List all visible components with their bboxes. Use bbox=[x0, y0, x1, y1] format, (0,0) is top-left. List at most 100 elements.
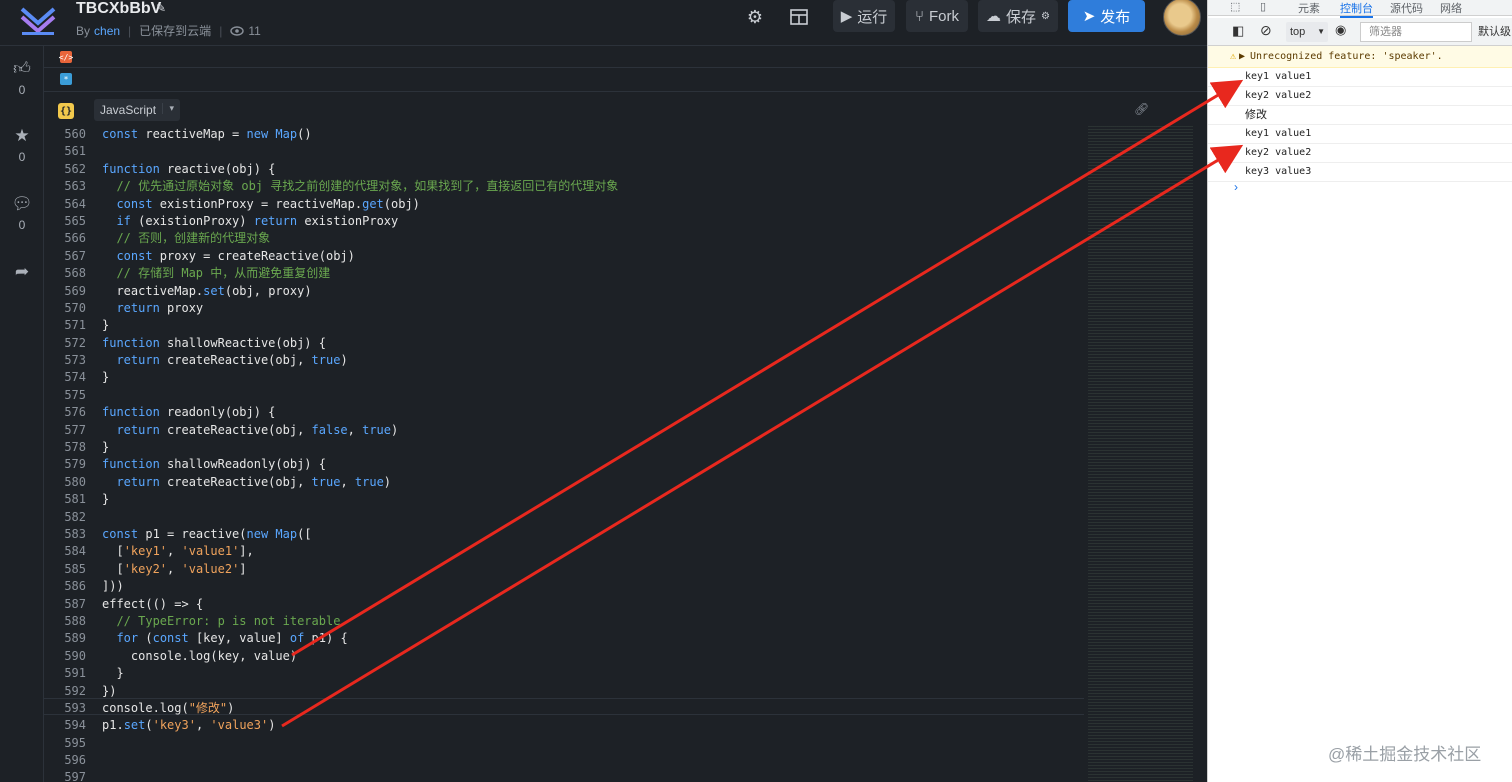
log-levels-dropdown[interactable]: 默认级 bbox=[1478, 22, 1511, 42]
tab-network[interactable]: 网络 bbox=[1440, 0, 1462, 16]
code-line[interactable]: const reactiveMap = new Map() bbox=[102, 126, 618, 143]
run-label: 运行 bbox=[857, 8, 888, 26]
console-prompt-chevron-icon[interactable]: › bbox=[1234, 180, 1238, 194]
code-line[interactable]: return createReactive(obj, true) bbox=[102, 352, 618, 369]
code-editor[interactable]: 560 561 562 563 564 565 566 567 568 569 570 571 572 5… bbox=[44, 126, 1207, 782]
line-number: 593 bbox=[64, 700, 86, 715]
code-line[interactable]: } bbox=[102, 369, 618, 386]
context-select[interactable]: top ▼ bbox=[1286, 22, 1328, 42]
publish-label: 发布 bbox=[1100, 8, 1131, 26]
code-line[interactable]: } bbox=[102, 491, 618, 508]
settings-gear-icon[interactable]: ⚙ bbox=[743, 6, 767, 28]
code-line[interactable]: console.log(key, value) bbox=[102, 648, 618, 665]
code-line[interactable]: function shallowReadonly(obj) { bbox=[102, 456, 618, 473]
code-line[interactable]: ['key2', 'value2'] bbox=[102, 561, 618, 578]
html-panel-header[interactable]: </> bbox=[44, 46, 1207, 68]
language-value: JavaScript bbox=[100, 103, 157, 117]
line-number-gutter: 560 561 562 563 564 565 566 567 568 569 570 571 572 5… bbox=[44, 126, 86, 782]
warning-icon: ⚠ bbox=[1230, 51, 1237, 62]
project-title[interactable]: TBCXbBbV bbox=[76, 0, 161, 18]
star-icon: ★ bbox=[14, 126, 30, 145]
clear-console-icon[interactable]: ⊘ bbox=[1260, 22, 1272, 39]
like-button[interactable]: 👍︎ 0 bbox=[0, 58, 44, 97]
code-line[interactable] bbox=[102, 509, 618, 526]
view-count: 11 bbox=[230, 24, 261, 38]
console-filter-input[interactable]: 筛选器 bbox=[1360, 22, 1472, 42]
juejin-logo-icon[interactable] bbox=[18, 5, 58, 35]
tab-console[interactable]: 控制台 bbox=[1340, 0, 1373, 18]
code-line[interactable]: // 存储到 Map 中，从而避免重复创建 bbox=[102, 265, 618, 282]
code-minimap[interactable] bbox=[1088, 126, 1193, 782]
line-number: 591 bbox=[64, 666, 86, 681]
code-line[interactable]: const p1 = reactive(new Map([ bbox=[102, 526, 618, 543]
js-tag-icon: {} bbox=[58, 103, 74, 119]
language-select[interactable]: JavaScript ▾ bbox=[94, 99, 180, 121]
line-number: 564 bbox=[64, 196, 86, 211]
code-line[interactable]: return createReactive(obj, true, true) bbox=[102, 474, 618, 491]
code-line[interactable]: if (existionProxy) return existionProxy bbox=[102, 213, 618, 230]
code-line[interactable]: // 否则，创建新的代理对象 bbox=[102, 230, 618, 247]
code-line[interactable]: function readonly(obj) { bbox=[102, 404, 618, 421]
publish-button[interactable]: ➤ 发布 bbox=[1068, 0, 1145, 32]
code-line[interactable]: function shallowReactive(obj) { bbox=[102, 335, 618, 352]
code-line[interactable]: return createReactive(obj, false, true) bbox=[102, 422, 618, 439]
code-line[interactable] bbox=[102, 387, 618, 404]
code-line[interactable]: p1.set('key3', 'value3') bbox=[102, 717, 618, 734]
line-number: 575 bbox=[64, 387, 86, 402]
like-count: 0 bbox=[18, 83, 26, 97]
code-line[interactable]: // 优先通过原始对象 obj 寻找之前创建的代理对象，如果找到了，直接返回已有… bbox=[102, 178, 618, 195]
code-line[interactable]: } bbox=[102, 665, 618, 682]
user-avatar[interactable] bbox=[1163, 0, 1201, 36]
line-number: 586 bbox=[64, 579, 86, 594]
code-line[interactable]: reactiveMap.set(obj, proxy) bbox=[102, 283, 618, 300]
line-number: 560 bbox=[64, 127, 86, 141]
edit-title-icon[interactable]: ✎ bbox=[156, 1, 166, 15]
run-button[interactable]: ▶ 运行 bbox=[833, 0, 895, 32]
code-line[interactable] bbox=[102, 735, 618, 752]
css-panel-header[interactable]: * bbox=[44, 68, 1207, 92]
fork-button[interactable]: ⑂ Fork bbox=[906, 0, 968, 32]
code-line[interactable]: ['key1', 'value1'], bbox=[102, 543, 618, 560]
html-tag-icon: </> bbox=[58, 51, 74, 63]
code-line[interactable]: function reactive(obj) { bbox=[102, 161, 618, 178]
code-line[interactable]: const existionProxy = reactiveMap.get(ob… bbox=[102, 196, 618, 213]
comment-button[interactable]: 💬︎ 0 bbox=[0, 194, 44, 232]
code-line[interactable]: for (const [key, value] of p1) { bbox=[102, 630, 618, 647]
console-warning[interactable]: ⚠ ▶ Unrecognized feature: 'speaker'. bbox=[1208, 46, 1512, 68]
line-number: 561 bbox=[64, 144, 86, 159]
sidebar-toggle-icon[interactable]: ◧ bbox=[1232, 23, 1244, 39]
code-line[interactable]: // TypeError: p is not iterable bbox=[102, 613, 618, 630]
code-line[interactable]: const proxy = createReactive(obj) bbox=[102, 248, 618, 265]
save-button[interactable]: ☁ 保存 ⚙ bbox=[978, 0, 1058, 32]
tab-sources[interactable]: 源代码 bbox=[1390, 0, 1423, 16]
line-number: 594 bbox=[64, 718, 86, 733]
console-message: key1 value1 bbox=[1208, 125, 1512, 144]
code-line[interactable]: effect(() => { bbox=[102, 596, 618, 613]
line-number: 574 bbox=[64, 370, 86, 385]
comment-icon: 💬︎ bbox=[11, 194, 33, 213]
device-toggle-icon[interactable]: ▯ bbox=[1260, 0, 1266, 13]
expand-triangle-icon[interactable]: ▶ bbox=[1239, 46, 1245, 68]
code-line[interactable]: } bbox=[102, 317, 618, 334]
inspect-icon[interactable]: ⬚ bbox=[1230, 0, 1240, 13]
share-button[interactable]: ➦ bbox=[0, 262, 44, 282]
code-line[interactable]: return proxy bbox=[102, 300, 618, 317]
console-toolbar: ◧ ⊘ top ▼ ◉ 筛选器 默认级 bbox=[1208, 18, 1512, 46]
code-line[interactable]: ])) bbox=[102, 578, 618, 595]
star-button[interactable]: ★ 0 bbox=[0, 126, 44, 164]
tab-elements[interactable]: 元素 bbox=[1298, 0, 1320, 16]
code-line[interactable]: }) bbox=[102, 683, 618, 700]
line-number: 581 bbox=[64, 492, 86, 507]
code-line[interactable] bbox=[102, 752, 618, 769]
code-line[interactable] bbox=[102, 143, 618, 160]
line-number: 562 bbox=[64, 161, 86, 176]
save-settings-icon[interactable]: ⚙ bbox=[1041, 11, 1050, 22]
code-line[interactable]: } bbox=[102, 439, 618, 456]
code-lines[interactable]: const reactiveMap = new Map() function re… bbox=[102, 126, 618, 782]
link-icon[interactable]: 🔗︎ bbox=[1134, 102, 1149, 116]
live-expression-eye-icon[interactable]: ◉ bbox=[1335, 22, 1346, 38]
layout-icon[interactable] bbox=[787, 6, 811, 28]
code-line[interactable] bbox=[102, 769, 618, 782]
author-link[interactable]: chen bbox=[94, 24, 120, 38]
code-line[interactable]: console.log("修改") bbox=[102, 700, 618, 717]
